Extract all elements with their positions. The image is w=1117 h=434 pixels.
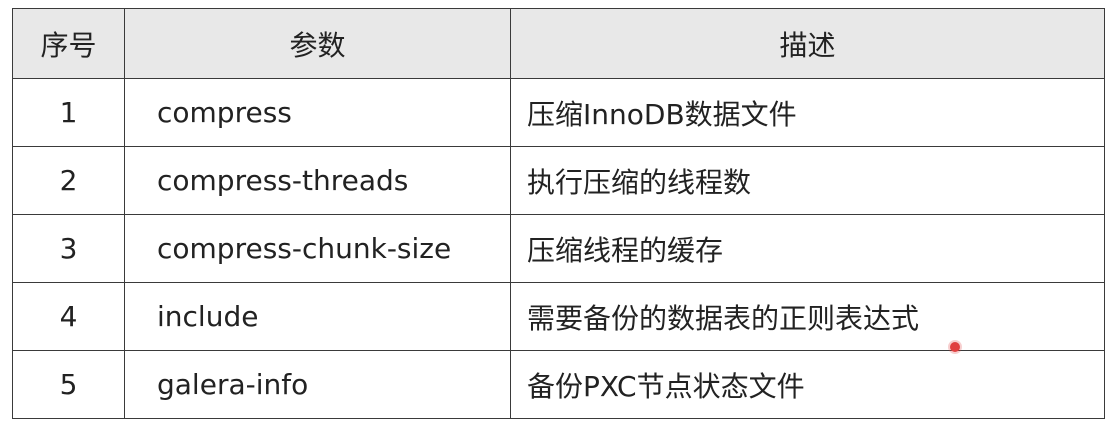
row-index: 3: [12, 214, 125, 283]
table-row: 5 galera-info 备份PXC节点状态文件: [12, 350, 1105, 419]
parameter-table: 序号 参数 描述 1 compress 压缩InnoDB数据文件 2 compr…: [12, 8, 1105, 419]
row-param: include: [124, 282, 511, 351]
row-param: compress-threads: [124, 146, 511, 215]
row-description: 需要备份的数据表的正则表达式: [510, 282, 1105, 351]
row-param: compress: [124, 78, 511, 147]
table-header-row: 序号 参数 描述: [12, 8, 1105, 79]
header-param: 参数: [124, 8, 511, 79]
parameter-table-container: 序号 参数 描述 1 compress 压缩InnoDB数据文件 2 compr…: [12, 8, 1105, 419]
row-param: galera-info: [124, 350, 511, 419]
pointer-cursor-dot: [950, 342, 960, 352]
row-description: 执行压缩的线程数: [510, 146, 1105, 215]
row-description: 压缩线程的缓存: [510, 214, 1105, 283]
row-index: 5: [12, 350, 125, 419]
table-row: 4 include 需要备份的数据表的正则表达式: [12, 282, 1105, 351]
table-row: 2 compress-threads 执行压缩的线程数: [12, 146, 1105, 215]
row-index: 2: [12, 146, 125, 215]
row-description: 压缩InnoDB数据文件: [510, 78, 1105, 147]
table-row: 3 compress-chunk-size 压缩线程的缓存: [12, 214, 1105, 283]
header-description: 描述: [510, 8, 1105, 79]
header-index: 序号: [12, 8, 125, 79]
table-row: 1 compress 压缩InnoDB数据文件: [12, 78, 1105, 147]
row-param: compress-chunk-size: [124, 214, 511, 283]
row-index: 4: [12, 282, 125, 351]
row-index: 1: [12, 78, 125, 147]
row-description: 备份PXC节点状态文件: [510, 350, 1105, 419]
